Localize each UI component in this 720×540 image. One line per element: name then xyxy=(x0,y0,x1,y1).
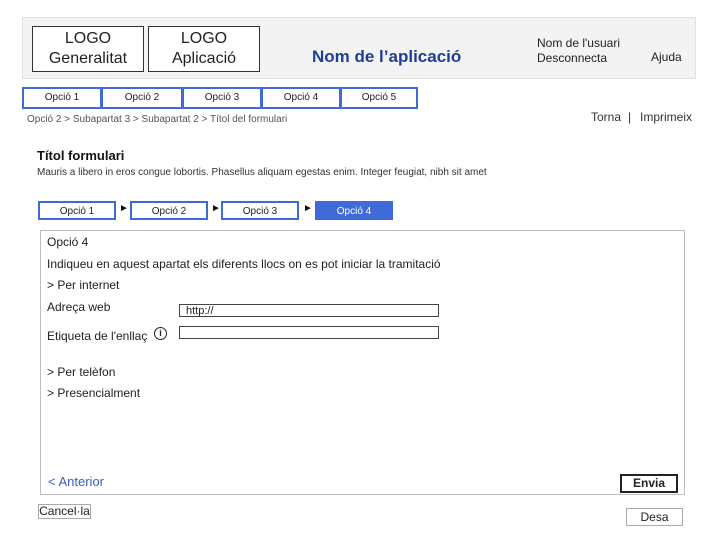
panel-heading: Opció 4 xyxy=(47,235,89,249)
logo-generalitat: LOGO Generalitat xyxy=(32,26,144,72)
logo-generalitat-line1: LOGO xyxy=(64,30,112,47)
section-internet[interactable]: > Per internet xyxy=(47,278,119,292)
web-address-input[interactable] xyxy=(179,304,439,317)
back-link[interactable]: Torna xyxy=(591,110,621,124)
logo-aplicacio-line1: LOGO xyxy=(180,30,228,47)
form-title: Títol formulari xyxy=(37,148,125,163)
step-arrow-icon: ► xyxy=(119,203,129,214)
breadcrumb[interactable]: Opció 2 > Subapartat 3 > Subapartat 2 > … xyxy=(27,114,287,125)
info-icon[interactable]: i xyxy=(154,327,167,340)
panel-intro: Indiqueu en aquest apartat els diferents… xyxy=(47,257,441,271)
app-name: Nom de l’aplicació xyxy=(312,47,462,66)
web-address-label: Adreça web xyxy=(47,300,111,314)
step-arrow-icon: ► xyxy=(303,203,313,214)
link-label-input[interactable] xyxy=(179,326,439,339)
save-button[interactable]: Desa xyxy=(626,508,683,526)
nav-item-opcio-5[interactable]: Opció 5 xyxy=(341,88,417,108)
section-phone[interactable]: > Per telèfon xyxy=(47,365,115,379)
section-in-person[interactable]: > Presencialment xyxy=(47,386,140,400)
logo-aplicacio-line2: Aplicació xyxy=(171,50,237,67)
step-opcio-3[interactable]: Opció 3 xyxy=(221,201,299,220)
logout-link[interactable]: Desconnecta xyxy=(537,51,607,65)
link-separator: | xyxy=(628,110,632,124)
step-opcio-4[interactable]: Opció 4 xyxy=(315,201,393,220)
link-label-label: Etiqueta de l'enllaç xyxy=(47,329,148,343)
step-opcio-2[interactable]: Opció 2 xyxy=(130,201,208,220)
logo-aplicacio: LOGO Aplicació xyxy=(148,26,260,72)
nav-item-opcio-4[interactable]: Opció 4 xyxy=(262,88,340,108)
form-description: Mauris a libero in eros congue lobortis.… xyxy=(37,167,487,178)
previous-link[interactable]: < Anterior xyxy=(48,474,104,489)
step-arrow-icon: ► xyxy=(211,203,221,214)
nav-item-opcio-1[interactable]: Opció 1 xyxy=(23,88,101,108)
nav-item-opcio-2[interactable]: Opció 2 xyxy=(102,88,182,108)
user-name: Nom de l'usuari xyxy=(537,36,620,50)
help-link[interactable]: Ajuda xyxy=(651,50,682,64)
logo-generalitat-line2: Generalitat xyxy=(48,50,128,67)
print-link[interactable]: Imprimeix xyxy=(640,110,692,124)
nav-item-opcio-3[interactable]: Opció 3 xyxy=(183,88,261,108)
cancel-button[interactable]: Cancel·la xyxy=(38,504,91,519)
step-opcio-1[interactable]: Opció 1 xyxy=(38,201,116,220)
send-button[interactable]: Envia xyxy=(620,474,678,493)
